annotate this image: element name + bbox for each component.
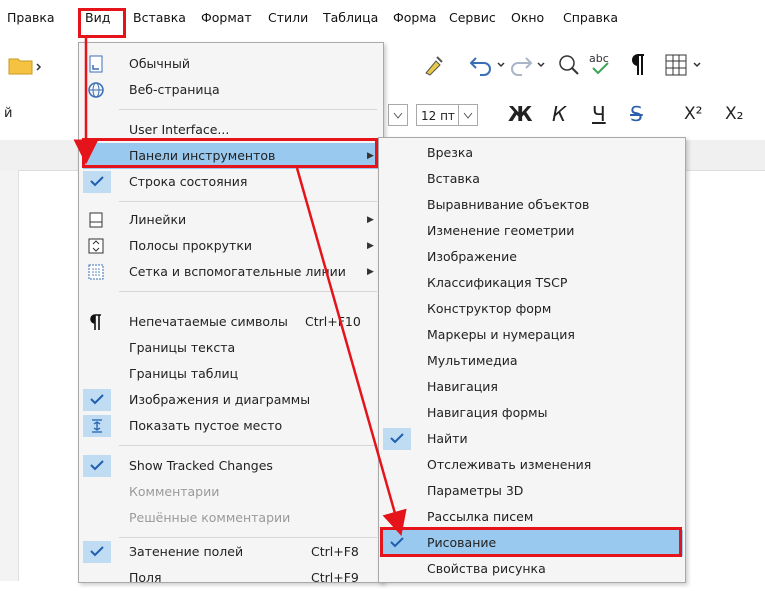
annotation-arrows (73, 38, 407, 537)
arrow-toolbars-to-drawing (295, 167, 407, 537)
